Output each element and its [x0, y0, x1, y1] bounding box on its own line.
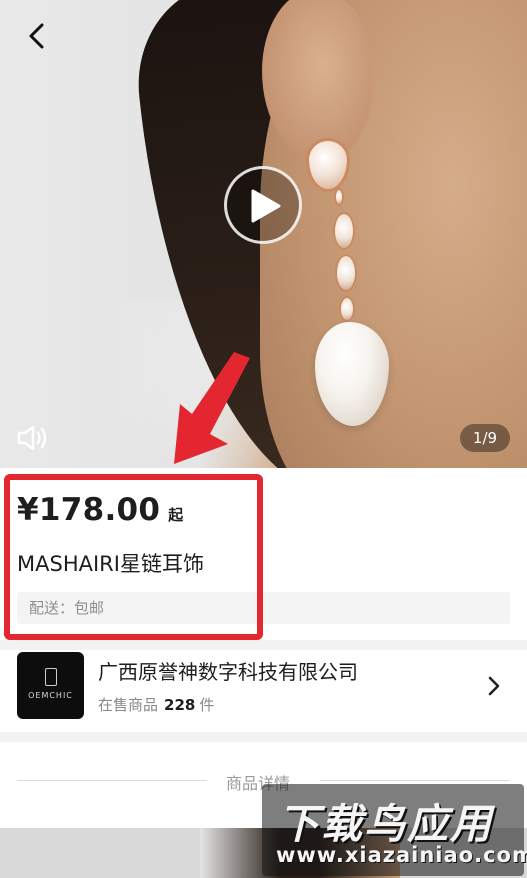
earring-link — [335, 254, 357, 292]
image-page-indicator: 1/9 — [460, 424, 510, 452]
earring-link — [333, 212, 355, 250]
speaker-icon — [17, 425, 47, 451]
divider — [17, 780, 207, 781]
shop-logo[interactable]: OEMCHIC — [17, 652, 84, 719]
watermark-brand: 下载鸟应用 — [278, 800, 493, 848]
chevron-left-icon — [29, 23, 44, 49]
earring-link — [339, 296, 355, 322]
product-price: ¥178.00 — [17, 492, 161, 528]
shop-logo-text: OEMCHIC — [28, 691, 73, 700]
shop-stats-unit: 件 — [199, 696, 215, 714]
price-suffix: 起 — [168, 506, 184, 524]
shop-stats-count: 228 — [164, 696, 196, 714]
watermark-url: www.xiazainiao.com — [276, 843, 527, 867]
shipping-info: 配送：包邮 — [17, 592, 510, 624]
play-icon — [251, 189, 281, 223]
back-button[interactable] — [22, 20, 54, 52]
product-title: MASHAIRI星链耳饰 — [17, 552, 204, 576]
price-row: ¥178.00 起 — [17, 492, 183, 528]
divider — [320, 780, 510, 781]
shop-logo-mark — [45, 668, 57, 686]
chevron-right-icon[interactable] — [484, 674, 504, 698]
sound-toggle-button[interactable] — [16, 424, 50, 452]
play-video-button[interactable] — [224, 166, 302, 244]
shop-name[interactable]: 广西原誉神数字科技有限公司 — [98, 656, 358, 685]
earring-link — [334, 188, 344, 206]
shop-stats-label: 在售商品 — [98, 696, 159, 714]
shop-stats: 在售商品 228 件 — [98, 694, 214, 715]
